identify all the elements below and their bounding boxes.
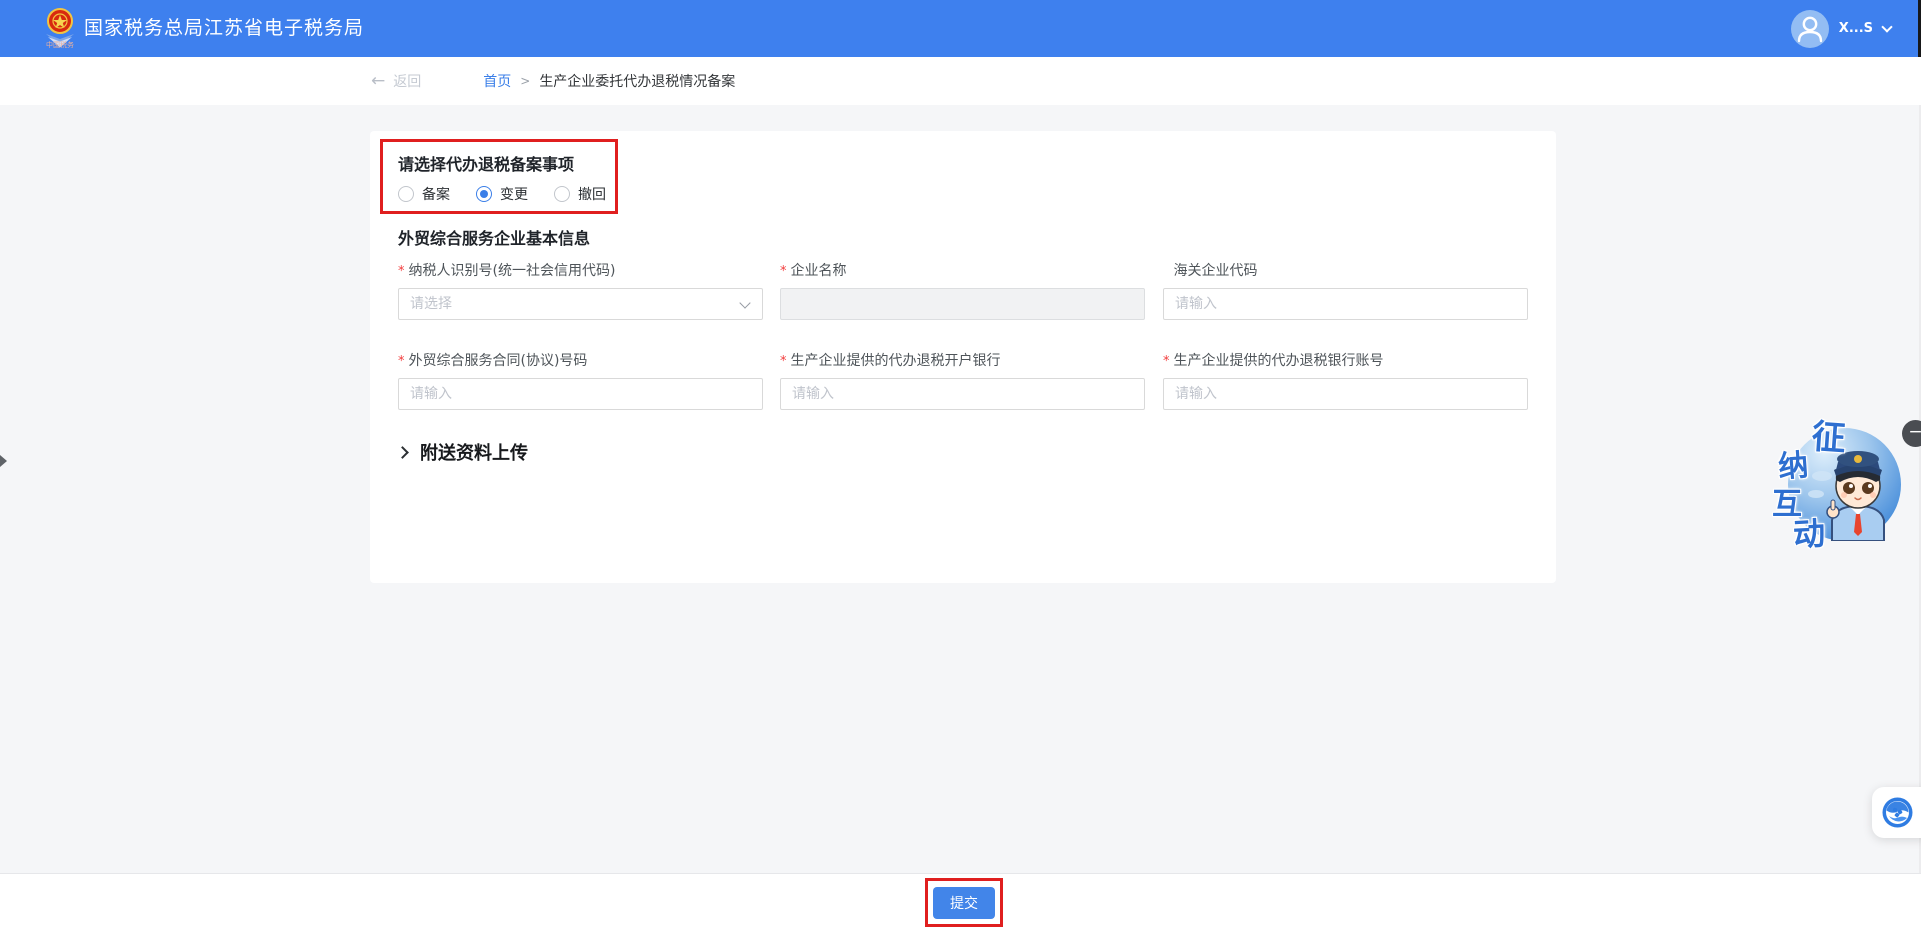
field-company-name: * 企业名称 bbox=[780, 260, 1145, 320]
chevron-down-icon bbox=[1881, 20, 1893, 33]
breadcrumb: ← 返回 首页 > 生产企业委托代办退税情况备案 bbox=[0, 57, 1921, 105]
logo-caption: 中国税务 bbox=[46, 41, 74, 49]
refund-bank-input[interactable] bbox=[780, 378, 1145, 410]
field-refund-bank: * 生产企业提供的代办退税开户银行 bbox=[780, 350, 1145, 410]
radio-icon bbox=[398, 186, 414, 202]
interaction-launcher[interactable] bbox=[1872, 787, 1921, 838]
chevron-down-icon bbox=[739, 297, 751, 309]
header-bar: 中国税务 国家税务总局江苏省电子税务局 X...S bbox=[0, 0, 1921, 57]
radio-chehui[interactable]: 撤回 bbox=[554, 184, 606, 204]
required-asterisk: * bbox=[780, 354, 787, 369]
required-asterisk: * bbox=[780, 264, 787, 279]
radio-icon bbox=[476, 186, 492, 202]
required-asterisk: * bbox=[398, 354, 405, 369]
customs-code-input[interactable] bbox=[1163, 288, 1528, 320]
required-asterisk: * bbox=[398, 264, 405, 279]
field-customs-code: *海关企业代码 bbox=[1163, 260, 1528, 320]
page: 中国税务 国家税务总局江苏省电子税务局 X...S ← 返回 首页 > 生产企业… bbox=[0, 0, 1921, 930]
attachments-section-title: 附送资料上传 bbox=[420, 443, 528, 464]
breadcrumb-home-link[interactable]: 首页 bbox=[483, 71, 511, 91]
field-label: * 纳税人识别号(统一社会信用代码) bbox=[398, 263, 616, 279]
assistant-char-zheng: 征 bbox=[1810, 416, 1848, 460]
user-avatar-icon bbox=[1790, 9, 1829, 48]
annotation-box-submit: 提交 bbox=[925, 878, 1003, 927]
minimize-button[interactable]: − bbox=[1902, 420, 1921, 447]
select-placeholder: 请选择 bbox=[410, 296, 452, 312]
field-taxpayer-id: * 纳税人识别号(统一社会信用代码) 请选择 bbox=[398, 260, 763, 320]
field-refund-account: * 生产企业提供的代办退税银行账号 bbox=[1163, 350, 1528, 410]
back-label: 返回 bbox=[393, 74, 422, 90]
filing-section-title: 请选择代办退税备案事项 bbox=[398, 155, 575, 174]
footer-bar: 提交 bbox=[0, 873, 1921, 930]
required-asterisk: * bbox=[1163, 354, 1170, 369]
chevron-right-icon bbox=[396, 446, 409, 459]
form-card: 请选择代办退税备案事项 备案 变更 撤回 外贸综合服务企业基本信息 * 纳税人识别… bbox=[370, 131, 1556, 583]
app-title: 国家税务总局江苏省电子税务局 bbox=[84, 17, 365, 39]
radio-beian[interactable]: 备案 bbox=[398, 184, 450, 204]
page-title: 生产企业委托代办退税情况备案 bbox=[539, 74, 736, 90]
attachments-section-toggle[interactable]: 附送资料上传 bbox=[396, 439, 528, 465]
radio-biangeng[interactable]: 变更 bbox=[476, 184, 528, 204]
refund-account-input[interactable] bbox=[1163, 378, 1528, 410]
field-label: * 企业名称 bbox=[780, 263, 847, 279]
taxpayer-id-select[interactable]: 请选择 bbox=[398, 288, 763, 320]
side-panel-handle[interactable] bbox=[0, 455, 7, 467]
field-contract-number: * 外贸综合服务合同(协议)号码 bbox=[398, 350, 763, 410]
assistant-char-dong: 动 bbox=[1792, 514, 1827, 554]
user-menu[interactable]: X...S bbox=[1790, 0, 1893, 57]
filing-options: 备案 变更 撤回 bbox=[398, 184, 632, 204]
breadcrumb-separator: > bbox=[520, 74, 531, 88]
back-button[interactable]: ← 返回 bbox=[371, 71, 421, 91]
contract-number-input[interactable] bbox=[398, 378, 763, 410]
back-arrow-icon: ← bbox=[371, 71, 386, 91]
submit-button[interactable]: 提交 bbox=[933, 886, 995, 919]
user-name: X...S bbox=[1838, 21, 1873, 36]
basic-info-section-title: 外贸综合服务企业基本信息 bbox=[398, 229, 591, 248]
field-label: * 生产企业提供的代办退税银行账号 bbox=[1163, 353, 1384, 369]
field-label: * 外贸综合服务合同(协议)号码 bbox=[398, 353, 588, 369]
radio-icon bbox=[554, 186, 570, 202]
tax-pinwheel-icon bbox=[1882, 797, 1913, 828]
company-name-input bbox=[780, 288, 1145, 320]
field-label: *海关企业代码 bbox=[1173, 263, 1258, 279]
field-label: * 生产企业提供的代办退税开户银行 bbox=[780, 353, 1001, 369]
